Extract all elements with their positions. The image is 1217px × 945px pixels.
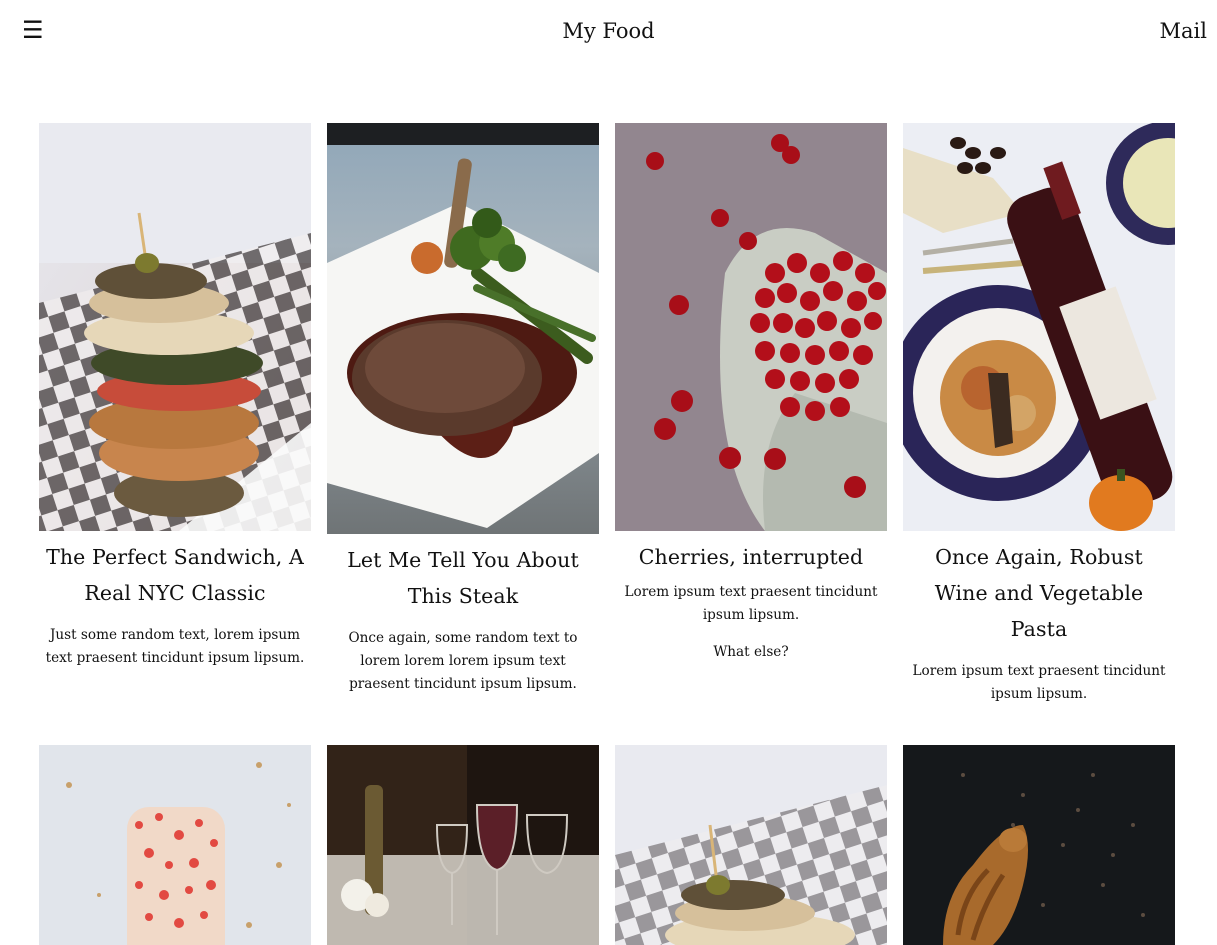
card-text: Lorem ipsum text praesent tincidunt ipsu… <box>624 584 878 623</box>
food-card[interactable]: The Perfect Sandwich, A Real NYC Classic… <box>39 123 311 670</box>
menu-icon[interactable]: ☰ <box>22 16 44 44</box>
card-text: Just some random text, lorem ipsum text … <box>45 627 305 666</box>
card-text-extra: What else? <box>713 644 789 660</box>
food-card[interactable] <box>327 745 599 945</box>
food-card[interactable]: Once Again, Robust Wine and Vegetable Pa… <box>903 123 1175 706</box>
mail-link[interactable]: Mail <box>1160 17 1207 45</box>
card-title[interactable]: Cherries, interrupted <box>615 539 887 575</box>
food-card[interactable] <box>39 745 311 945</box>
sandwich-photo[interactable] <box>615 745 887 945</box>
card-text: Lorem ipsum text praesent tincidunt ipsu… <box>912 663 1166 702</box>
food-card[interactable] <box>903 745 1175 945</box>
card-title[interactable]: Once Again, Robust Wine and Vegetable Pa… <box>903 539 1175 647</box>
food-card[interactable] <box>615 745 887 945</box>
food-card[interactable]: Cherries, interrupted Lorem ipsum text p… <box>615 123 887 664</box>
card-text: Once again, some random text to lorem lo… <box>348 630 578 692</box>
steak-photo[interactable] <box>327 123 599 534</box>
croissant-photo[interactable] <box>903 745 1175 945</box>
sandwich-photo[interactable] <box>39 123 311 531</box>
popsicle-photo[interactable] <box>39 745 311 945</box>
wine-pasta-photo[interactable] <box>903 123 1175 531</box>
cherries-photo[interactable] <box>615 123 887 531</box>
food-card[interactable]: Let Me Tell You About This Steak Once ag… <box>327 123 599 696</box>
card-title[interactable]: Let Me Tell You About This Steak <box>327 542 599 614</box>
top-bar: ☰ My Food Mail <box>0 0 1217 64</box>
card-title[interactable]: The Perfect Sandwich, A Real NYC Classic <box>39 539 311 611</box>
wine-glasses-photo[interactable] <box>327 745 599 945</box>
site-title: My Food <box>562 19 655 43</box>
